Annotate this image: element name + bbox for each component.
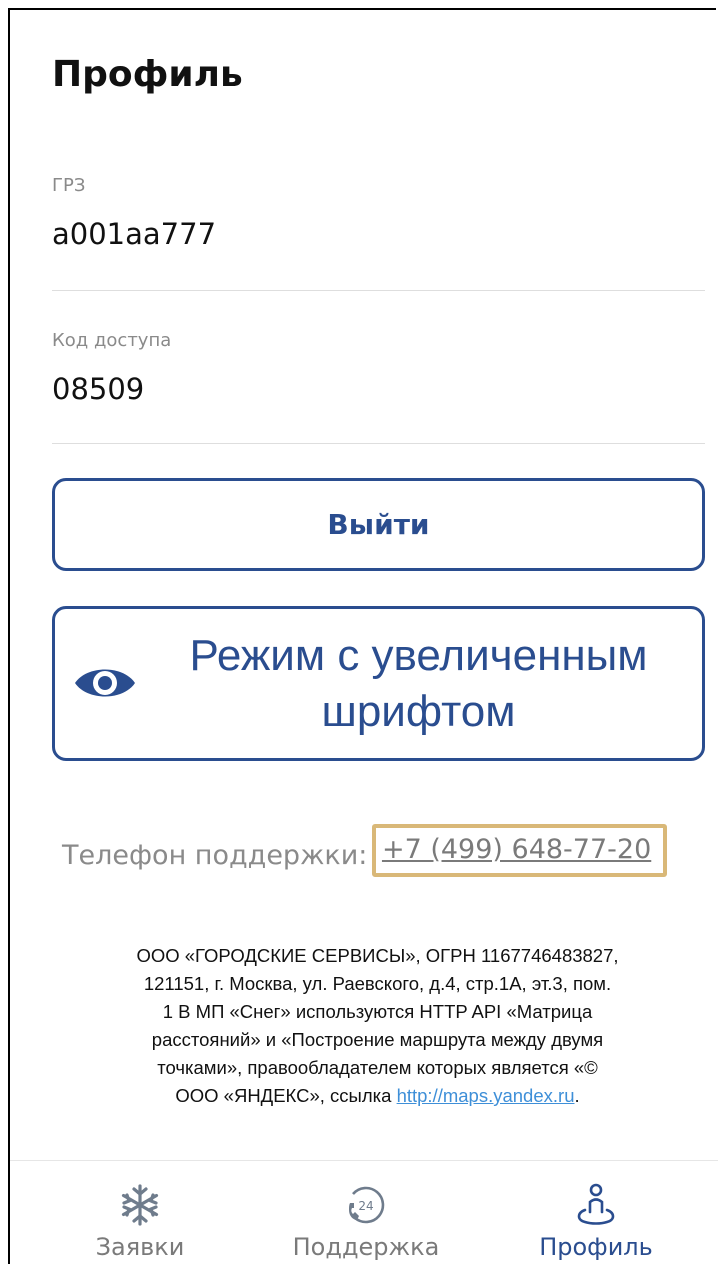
plate-value: а001аа777 (52, 217, 217, 251)
tab-support-label: Поддержка (292, 1233, 440, 1261)
snowflake-icon (118, 1181, 162, 1229)
large-font-mode-button[interactable]: Режим с увеличенным шрифтом (52, 606, 705, 761)
legal-line: 1 В МП «Снег» используются HTTP API «Мат… (162, 1001, 593, 1022)
plate-label: ГРЗ (52, 175, 86, 196)
legal-line: ООО «ГОРОДСКИЕ СЕРВИСЫ», ОГРН 1167746483… (136, 945, 619, 966)
legal-line: 121151, г. Москва, ул. Раевского, д.4, с… (143, 973, 612, 994)
tab-requests[interactable]: Заявки (40, 1161, 240, 1264)
legal-line: ООО «ЯНДЕКС», ссылка http://maps.yandex.… (175, 1085, 580, 1106)
support-24-icon: 24 (343, 1181, 389, 1229)
divider (52, 290, 705, 291)
tab-profile[interactable]: Профиль (496, 1161, 696, 1264)
large-font-line-1: Режим с увеличенным (189, 630, 648, 680)
support-label: Телефон поддержки: (62, 840, 368, 871)
support-phone-row: Телефон поддержки: +7 (499) 648-77-20 (62, 824, 668, 883)
profile-location-icon (573, 1181, 619, 1229)
tab-requests-label: Заявки (95, 1233, 185, 1261)
svg-text:24: 24 (358, 1199, 373, 1213)
eye-icon (73, 659, 137, 711)
large-font-line-2: шрифтом (321, 686, 516, 736)
tab-profile-label: Профиль (539, 1233, 653, 1261)
phone-highlight: +7 (499) 648-77-20 (371, 824, 668, 877)
legal-notice: ООО «ГОРОДСКИЕ СЕРВИСЫ», ОГРН 1167746483… (40, 942, 715, 1110)
logout-button[interactable]: Выйти (52, 478, 705, 571)
legal-line: точками», правообладателем которых являе… (157, 1057, 598, 1078)
legal-line: расстояний» и «Построение маршрута между… (151, 1029, 604, 1050)
app-screen: Профиль ГРЗ а001аа777 Код доступа 08509 … (8, 8, 716, 1264)
divider (52, 443, 705, 444)
support-phone-link[interactable]: +7 (499) 648-77-20 (382, 834, 651, 865)
bottom-tab-bar: Заявки 24 Поддержка Профиль (10, 1160, 718, 1264)
tab-support[interactable]: 24 Поддержка (266, 1161, 466, 1264)
large-font-mode-label: Режим с увеличенным шрифтом (139, 628, 699, 740)
page-title: Профиль (52, 54, 243, 95)
logout-button-label: Выйти (327, 508, 430, 541)
access-code-value: 08509 (52, 372, 145, 406)
yandex-maps-link[interactable]: http://maps.yandex.ru (397, 1085, 575, 1106)
access-code-label: Код доступа (52, 330, 172, 351)
